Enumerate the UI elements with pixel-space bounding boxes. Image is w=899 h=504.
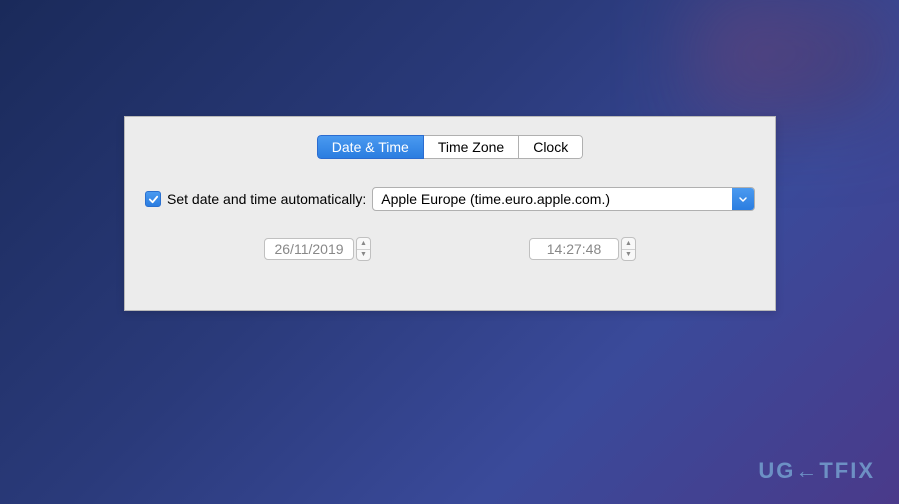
time-server-dropdown[interactable]: Apple Europe (time.euro.apple.com.) (372, 187, 755, 211)
content-area: Set date and time automatically: Apple E… (125, 187, 775, 261)
tab-label: Date & Time (332, 139, 409, 155)
auto-time-label: Set date and time automatically: (167, 191, 366, 207)
time-server-value: Apple Europe (time.euro.apple.com.) (373, 191, 732, 207)
date-field[interactable]: 26/11/2019 (264, 238, 354, 260)
time-stepper-buttons: ▲ ▼ (621, 237, 636, 261)
watermark-logo: UG←TFIX (758, 458, 875, 484)
chevron-up-icon: ▲ (360, 240, 367, 247)
tab-label: Time Zone (438, 139, 504, 155)
dropdown-arrow (732, 188, 754, 210)
tab-group: Date & Time Time Zone Clock (317, 135, 583, 159)
date-step-up[interactable]: ▲ (357, 238, 370, 250)
time-field[interactable]: 14:27:48 (529, 238, 619, 260)
date-stepper: 26/11/2019 ▲ ▼ (264, 237, 371, 261)
tab-clock[interactable]: Clock (519, 135, 583, 159)
auto-time-checkbox[interactable] (145, 191, 161, 207)
time-stepper: 14:27:48 ▲ ▼ (529, 237, 636, 261)
chevron-down-icon: ▼ (360, 251, 367, 258)
date-stepper-buttons: ▲ ▼ (356, 237, 371, 261)
chevron-down-icon: ▼ (625, 251, 632, 258)
tab-bar: Date & Time Time Zone Clock (125, 117, 775, 159)
date-time-preferences-panel: Date & Time Time Zone Clock Set date and… (124, 116, 776, 311)
date-time-values-row: 26/11/2019 ▲ ▼ 14:27:48 ▲ (145, 237, 755, 261)
time-step-down[interactable]: ▼ (622, 250, 635, 261)
checkmark-icon (148, 194, 159, 205)
tab-date-time[interactable]: Date & Time (317, 135, 424, 159)
date-step-down[interactable]: ▼ (357, 250, 370, 261)
time-step-up[interactable]: ▲ (622, 238, 635, 250)
auto-time-row: Set date and time automatically: Apple E… (145, 187, 755, 211)
tab-label: Clock (533, 139, 568, 155)
tab-time-zone[interactable]: Time Zone (424, 135, 519, 159)
chevron-up-icon: ▲ (625, 240, 632, 247)
chevron-down-icon (738, 194, 748, 204)
